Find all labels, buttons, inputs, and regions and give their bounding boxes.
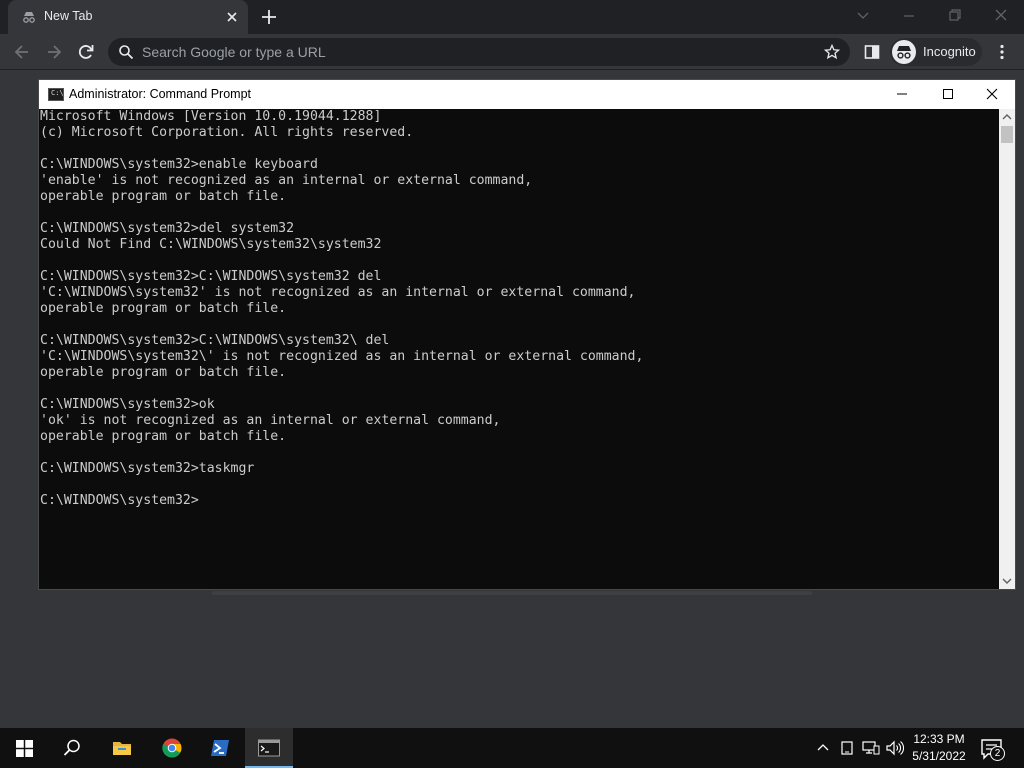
side-panel-icon[interactable]	[862, 42, 882, 62]
command-prompt-window[interactable]: C:\_ Administrator: Command Prompt Micro…	[38, 79, 1016, 590]
show-hidden-icons-chevron-icon[interactable]	[815, 740, 831, 756]
console-line: C:\WINDOWS\system32>C:\WINDOWS\system32\…	[40, 333, 390, 348]
taskbar-search-button[interactable]	[48, 728, 96, 768]
close-icon	[986, 88, 998, 100]
command-prompt-icon: C:\_	[48, 88, 68, 101]
omnibox[interactable]: Search Google or type a URL	[108, 38, 850, 66]
scroll-up-arrow-icon[interactable]	[999, 109, 1015, 125]
clock-date: 5/31/2022	[912, 749, 966, 763]
taskbar-file-explorer[interactable]	[98, 728, 146, 768]
console-line: operable program or batch file.	[40, 429, 287, 444]
console-line: (c) Microsoft Corporation. All rights re…	[40, 125, 414, 140]
console-line: operable program or batch file.	[40, 189, 287, 204]
cmd-window-title: Administrator: Command Prompt	[69, 87, 252, 101]
console-line: C:\WINDOWS\system32>ok	[40, 397, 215, 412]
windows-taskbar: 12:33 PM 5/31/2022 2	[0, 728, 1024, 768]
console-line: C:\WINDOWS\system32>del system32	[40, 221, 295, 236]
cmd-title-bar[interactable]: C:\_ Administrator: Command Prompt	[39, 80, 1015, 109]
incognito-icon	[892, 40, 916, 64]
console-line: 'C:\WINDOWS\system32' is not recognized …	[40, 285, 636, 300]
tablet-icon[interactable]	[839, 740, 855, 756]
cmd-close-button[interactable]	[969, 80, 1015, 109]
scroll-down-arrow-icon[interactable]	[999, 573, 1015, 589]
browser-tab[interactable]: New Tab	[8, 0, 248, 34]
browser-tab-strip: New Tab	[0, 0, 1024, 34]
clock-time: 12:33 PM	[913, 732, 965, 746]
console-output[interactable]: Microsoft Windows [Version 10.0.19044.12…	[39, 109, 999, 589]
incognito-label: Incognito	[923, 44, 976, 59]
tab-search-chevron-icon[interactable]	[852, 6, 874, 26]
cmd-minimize-button[interactable]	[879, 80, 925, 109]
taskbar-chrome[interactable]	[148, 728, 196, 768]
forward-arrow-icon[interactable]	[44, 42, 64, 62]
notification-count-badge: 2	[990, 746, 1005, 761]
console-line: Could Not Find C:\WINDOWS\system32\syste…	[40, 237, 382, 252]
bookmark-star-icon[interactable]	[824, 44, 840, 60]
console-line: C:\WINDOWS\system32>taskmgr	[40, 461, 255, 476]
console-line: operable program or batch file.	[40, 301, 287, 316]
console-line: Microsoft Windows [Version 10.0.19044.12…	[40, 109, 382, 124]
console-line: C:\WINDOWS\system32>enable keyboard	[40, 157, 318, 172]
chrome-icon	[162, 738, 182, 758]
minimize-browser-icon[interactable]	[898, 6, 920, 26]
taskbar-powershell[interactable]	[196, 728, 244, 768]
console-line: C:\WINDOWS\system32>	[40, 493, 199, 508]
start-button[interactable]	[0, 728, 48, 768]
maximize-icon	[943, 89, 953, 99]
scrollbar-thumb[interactable]	[1001, 126, 1013, 143]
taskbar-clock[interactable]: 12:33 PM 5/31/2022	[908, 731, 970, 765]
console-line: 'C:\WINDOWS\system32\' is not recognized…	[40, 349, 644, 364]
tab-title: New Tab	[44, 9, 93, 23]
minimize-icon	[897, 93, 907, 95]
browser-toolbar: Search Google or type a URL Incognito	[0, 34, 1024, 70]
new-tab-icon[interactable]	[259, 7, 279, 27]
search-icon	[63, 739, 80, 756]
command-prompt-icon	[258, 739, 280, 757]
taskbar-command-prompt[interactable]	[245, 728, 293, 768]
incognito-profile-button[interactable]: Incognito	[890, 38, 982, 66]
powershell-icon	[211, 740, 229, 756]
console-vertical-scrollbar[interactable]	[999, 109, 1015, 589]
browser-menu-icon[interactable]	[992, 42, 1012, 62]
search-icon	[119, 45, 134, 60]
close-browser-icon[interactable]	[990, 6, 1012, 26]
reload-icon[interactable]	[76, 42, 96, 62]
console-line: 'enable' is not recognized as an interna…	[40, 173, 533, 188]
console-line: C:\WINDOWS\system32>C:\WINDOWS\system32 …	[40, 269, 382, 284]
file-explorer-icon	[113, 742, 131, 755]
start-icon	[16, 740, 33, 757]
cmd-icon-text: C:\_	[51, 89, 68, 97]
back-arrow-icon[interactable]	[12, 42, 32, 62]
volume-icon[interactable]	[886, 740, 904, 756]
incognito-tab-icon	[23, 12, 35, 23]
console-line: operable program or batch file.	[40, 365, 287, 380]
restore-browser-icon[interactable]	[944, 6, 966, 26]
close-tab-icon[interactable]	[224, 9, 240, 25]
omnibox-placeholder: Search Google or type a URL	[142, 44, 326, 60]
network-icon[interactable]	[862, 740, 880, 756]
cmd-maximize-button[interactable]	[925, 80, 971, 109]
console-line: 'ok' is not recognized as an internal or…	[40, 413, 501, 428]
page-horizontal-scroll-indicator	[212, 591, 812, 595]
